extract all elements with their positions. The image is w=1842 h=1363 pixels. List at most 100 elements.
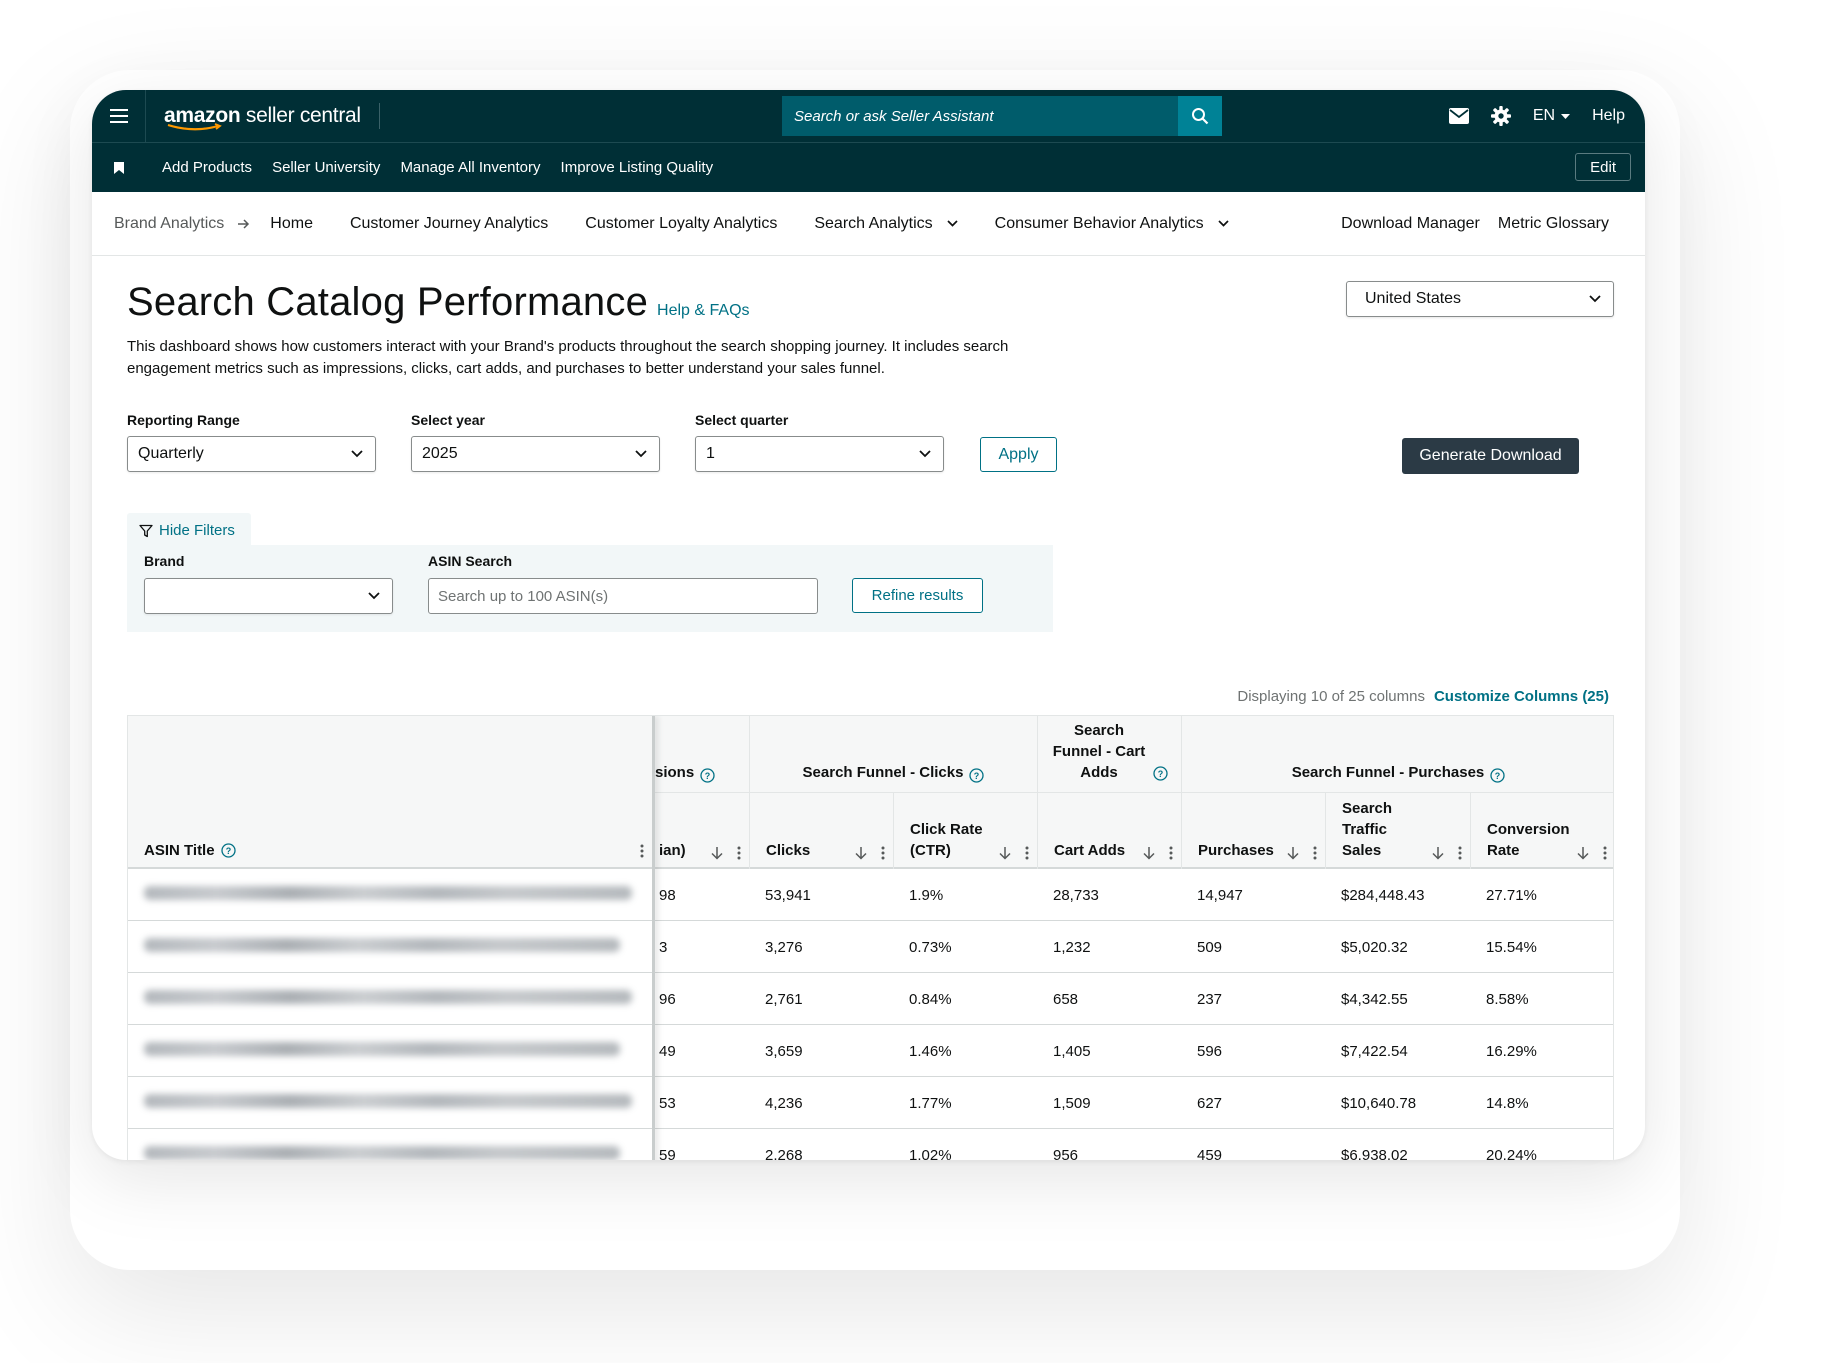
search-button[interactable] [1178, 96, 1222, 136]
asin-title-cell[interactable] [128, 1025, 652, 1077]
nav-customer-journey[interactable]: Customer Journey Analytics [350, 215, 548, 233]
asin-title-cell[interactable] [128, 1129, 652, 1160]
help-icon[interactable]: ? [220, 843, 236, 858]
hide-filters-toggle[interactable]: Hide Filters [127, 513, 251, 548]
kebab-menu-icon[interactable] [1025, 846, 1029, 860]
customize-columns-link[interactable]: Customize Columns (25) [1434, 688, 1609, 705]
quarter-select[interactable]: 1 [695, 436, 944, 472]
cell-clicks: 3,659 [765, 1042, 803, 1060]
breadcrumb-brand-analytics[interactable]: Brand Analytics [114, 215, 224, 233]
cell-cart-adds: 658 [1053, 990, 1079, 1008]
metric-glossary-link[interactable]: Metric Glossary [1498, 215, 1609, 233]
kebab-menu-icon[interactable] [737, 846, 741, 860]
download-manager-link[interactable]: Download Manager [1341, 215, 1480, 233]
hide-filters-label: Hide Filters [159, 522, 235, 539]
refine-results-button[interactable]: Refine results [852, 578, 983, 613]
edit-bookmarks-button[interactable]: Edit [1575, 153, 1631, 181]
col-purchases-label: Purchases [1198, 842, 1274, 859]
bookmark-add-products[interactable]: Add Products [162, 159, 252, 176]
nav-search-analytics[interactable]: Search Analytics [814, 214, 958, 233]
year-select[interactable]: 2025 [411, 436, 660, 472]
nav-home[interactable]: Home [270, 215, 313, 233]
cell-cart-adds: 956 [1053, 1146, 1079, 1161]
kebab-menu-icon[interactable] [1458, 846, 1462, 860]
bookmark-improve-listing[interactable]: Improve Listing Quality [561, 159, 714, 176]
language-selector[interactable]: EN [1533, 107, 1571, 125]
kebab-menu-icon[interactable] [1603, 846, 1607, 860]
cell-clicks: 3,276 [765, 938, 803, 956]
cell-sales: $6,938.02 [1341, 1146, 1408, 1161]
sort-down-icon[interactable] [999, 846, 1011, 860]
bookmark-icon[interactable] [114, 161, 124, 174]
svg-text:?: ? [1158, 769, 1164, 779]
chevron-down-icon [368, 592, 380, 600]
col-clicks[interactable]: Clicks [749, 793, 893, 869]
nav-search-analytics-label: Search Analytics [814, 214, 933, 232]
bookmark-manage-inventory[interactable]: Manage All Inventory [400, 159, 540, 176]
nav-customer-loyalty[interactable]: Customer Loyalty Analytics [585, 215, 777, 233]
col-purchases[interactable]: Purchases [1181, 793, 1325, 869]
group-cart-adds: Search Funnel - Cart Adds ? [1037, 716, 1181, 793]
col-search-traffic-sales[interactable]: Search Traffic Sales [1325, 793, 1470, 869]
help-icon[interactable]: ? [700, 768, 715, 783]
sort-down-icon[interactable] [855, 846, 867, 860]
search-icon [1192, 108, 1209, 125]
seller-assistant-search: Search or ask Seller Assistant [782, 96, 1222, 136]
cell-cart-adds: 28,733 [1053, 886, 1099, 904]
mail-icon[interactable] [1448, 108, 1469, 124]
cell-cart-adds: 1,232 [1053, 938, 1091, 956]
apply-button[interactable]: Apply [980, 437, 1057, 472]
cell-partial: 59 [659, 1146, 676, 1161]
col-median-partial[interactable]: ian) [655, 793, 749, 869]
year-value: 2025 [422, 445, 458, 462]
cell-ctr: 1.46% [909, 1042, 952, 1060]
gear-icon[interactable] [1490, 106, 1511, 126]
displaying-columns-text: Displaying 10 of 25 columns [1237, 688, 1425, 705]
reporting-range-value: Quarterly [138, 445, 204, 462]
page-title: Search Catalog Performance [127, 280, 649, 324]
redacted-asin-title [144, 886, 632, 900]
sort-down-icon[interactable] [1432, 846, 1444, 860]
col-click-rate[interactable]: Click Rate (CTR) [893, 793, 1037, 869]
sort-down-icon[interactable] [711, 846, 723, 860]
cell-clicks: 53,941 [765, 886, 811, 904]
help-link[interactable]: Help [1592, 107, 1625, 125]
cell-partial: 96 [659, 990, 676, 1008]
sort-down-icon[interactable] [1577, 846, 1589, 860]
sort-down-icon[interactable] [1143, 846, 1155, 860]
asin-search-input[interactable]: Search up to 100 ASIN(s) [428, 578, 818, 614]
smile-logo-icon [167, 123, 222, 131]
help-faqs-link[interactable]: Help & FAQs [657, 302, 749, 320]
menu-button[interactable] [92, 90, 146, 142]
seller-central-logo[interactable]: amazon seller central [164, 103, 380, 131]
kebab-menu-icon[interactable] [881, 846, 885, 860]
help-icon[interactable]: ? [969, 768, 985, 783]
redacted-asin-title [144, 1042, 620, 1056]
generate-download-button[interactable]: Generate Download [1402, 438, 1579, 474]
cell-cart-adds: 1,405 [1053, 1042, 1091, 1060]
group-cart-adds-label: Search Funnel - Cart Adds [1052, 722, 1146, 781]
nav-consumer-behavior-label: Consumer Behavior Analytics [994, 214, 1204, 232]
col-conversion-rate[interactable]: Conversion Rate [1470, 793, 1613, 869]
brand-select[interactable] [144, 578, 393, 614]
asin-title-cell[interactable] [128, 869, 652, 921]
kebab-menu-icon[interactable] [1313, 846, 1317, 860]
asin-title-cell[interactable] [128, 921, 652, 973]
col-cart-adds[interactable]: Cart Adds [1037, 793, 1181, 869]
reporting-range-select[interactable]: Quarterly [127, 436, 376, 472]
cell-sales: $4,342.55 [1341, 990, 1408, 1008]
country-select[interactable]: United States [1346, 281, 1614, 317]
asin-title-cell[interactable] [128, 1077, 652, 1129]
search-input[interactable]: Search or ask Seller Assistant [782, 96, 1178, 136]
nav-consumer-behavior[interactable]: Consumer Behavior Analytics [995, 215, 1229, 233]
select-quarter-label: Select quarter [695, 412, 789, 428]
cell-conv: 15.54% [1486, 938, 1537, 956]
bookmark-seller-university[interactable]: Seller University [272, 159, 380, 176]
asin-title-cell[interactable] [128, 973, 652, 1025]
cell-purchases: 14,947 [1197, 886, 1243, 904]
sort-down-icon[interactable] [1287, 846, 1299, 860]
help-icon[interactable]: ? [1153, 766, 1168, 781]
kebab-menu-icon[interactable] [1169, 846, 1173, 860]
help-icon[interactable]: ? [1490, 768, 1505, 783]
kebab-menu-icon[interactable] [640, 844, 644, 858]
